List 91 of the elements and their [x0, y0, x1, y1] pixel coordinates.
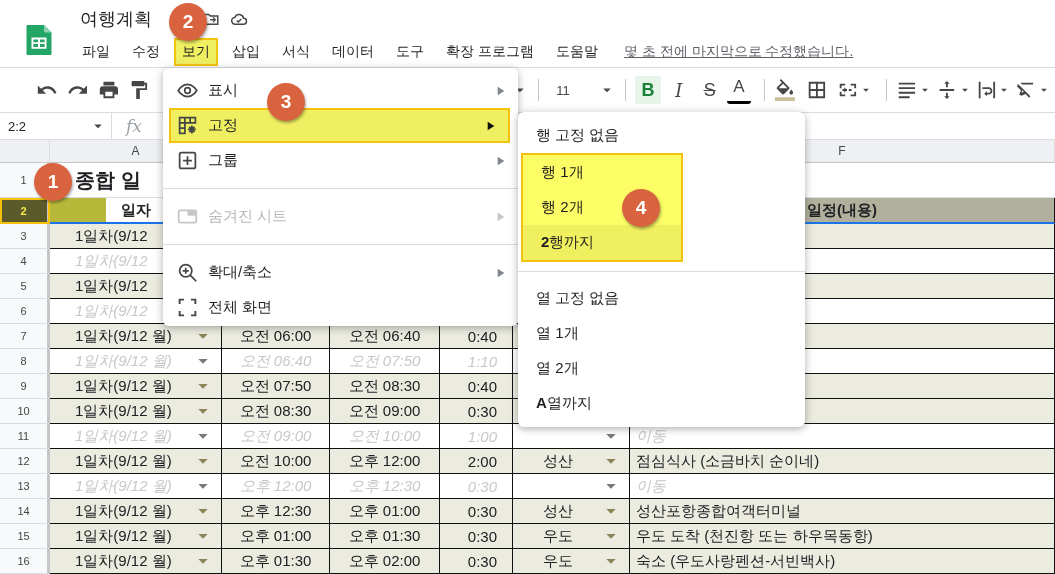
submenu-arrow-icon: [496, 267, 506, 278]
table-cell: 0:30: [440, 499, 513, 524]
table-cell: 성산: [513, 499, 630, 524]
row-number[interactable]: 7: [0, 324, 50, 349]
table-cell: 1일차(9/12 월): [50, 549, 222, 574]
bold-button[interactable]: B: [634, 76, 662, 104]
table-cell: 오후 12:30: [222, 499, 330, 524]
menu-item[interactable]: 도움말: [547, 38, 606, 66]
table-cell: 오전 09:00: [330, 399, 440, 424]
table-cell: 점심식사 (소금바치 순이네): [630, 449, 1055, 474]
submenu-arrow-icon: [496, 155, 506, 166]
menu-item[interactable]: 서식: [274, 38, 318, 66]
print-icon[interactable]: [97, 79, 120, 101]
menu-item[interactable]: 2행까지: [523, 225, 681, 260]
table-cell: 우도: [513, 549, 630, 574]
row-number[interactable]: 11: [0, 424, 50, 449]
menu-item[interactable]: 고정: [169, 108, 510, 143]
row-number[interactable]: 16: [0, 549, 50, 574]
fill-color-icon[interactable]: [773, 79, 796, 101]
table-cell: 오후 02:00: [330, 549, 440, 574]
row-number[interactable]: 14: [0, 499, 50, 524]
table-cell: 오후 12:00: [330, 449, 440, 474]
text-color-button[interactable]: A: [727, 76, 751, 104]
row-number[interactable]: 6: [0, 299, 50, 324]
table-cell: 0:40: [440, 324, 513, 349]
table-cell: 우도: [513, 524, 630, 549]
table-cell: 성산포항종합여객터미널: [630, 499, 1055, 524]
menu-item[interactable]: 데이터: [324, 38, 382, 66]
last-edit-link[interactable]: 몇 초 전에 마지막으로 수정했습니다.: [623, 43, 854, 61]
table-cell: 오전 08:30: [330, 374, 440, 399]
table-cell: 1일차(9/12 월): [50, 324, 222, 349]
table-cell: 1일차(9/12 월): [50, 374, 222, 399]
table-cell: 2:00: [440, 449, 513, 474]
submenu-arrow-icon: [496, 211, 506, 222]
plus-box-icon: [177, 150, 198, 171]
menu-item[interactable]: 열 1개: [536, 324, 579, 343]
table-cell: 0:40: [440, 374, 513, 399]
zoom-in-icon: [177, 262, 198, 283]
table-cell: 오전 06:00: [222, 324, 330, 349]
menu-item[interactable]: 확장 프로그램: [438, 38, 542, 66]
table-cell: 오전 10:00: [222, 449, 330, 474]
table-cell: 0:30: [440, 524, 513, 549]
table-cell: 1일차(9/12 월): [50, 449, 222, 474]
table-cell: 오후 01:30: [330, 524, 440, 549]
row-number[interactable]: 12: [0, 449, 50, 474]
menu-item[interactable]: 삽입: [224, 38, 268, 66]
table-cell: 오전 08:30: [222, 399, 330, 424]
document-title[interactable]: 여행계획: [80, 7, 152, 31]
table-cell: 1일차(9/12 월): [50, 524, 222, 549]
row-number[interactable]: 8: [0, 349, 50, 374]
table-cell: 성산: [513, 449, 630, 474]
row-number[interactable]: 10: [0, 399, 50, 424]
table-cell: 숙소 (우도사랑펜션-서빈백사): [630, 549, 1055, 574]
fullscreen-icon: [177, 297, 198, 318]
menu-item[interactable]: 표시: [208, 81, 238, 100]
menu-item[interactable]: 보기: [174, 38, 218, 66]
row-number[interactable]: 15: [0, 524, 50, 549]
strikethrough-button[interactable]: S: [696, 76, 724, 104]
menu-item[interactable]: 행 1개: [541, 163, 584, 182]
row-number[interactable]: 9: [0, 374, 50, 399]
menu-item[interactable]: 행 2개: [541, 198, 584, 217]
table-cell: 0:30: [440, 399, 513, 424]
menu-item[interactable]: A열까지: [536, 394, 592, 413]
menu-item[interactable]: 열 고정 없음: [536, 289, 620, 308]
row-number[interactable]: 13: [0, 474, 50, 499]
table-cell: 1일차(9/12 월): [50, 399, 222, 424]
italic-button[interactable]: I: [665, 76, 693, 104]
cell-reference-field[interactable]: 2:2: [8, 118, 27, 134]
table-cell: 우도 도착 (천진항 또는 하우목동항): [630, 524, 1055, 549]
menu-item[interactable]: 수정: [124, 38, 168, 66]
table-cell: 오후 01:30: [222, 549, 330, 574]
submenu-arrow-icon: [496, 85, 506, 96]
table-cell: 오후 01:00: [222, 524, 330, 549]
row-number[interactable]: 5: [0, 274, 50, 299]
menu-item[interactable]: 열 2개: [536, 359, 579, 378]
table-cell: 0:30: [440, 549, 513, 574]
table-cell: 오전 07:50: [222, 374, 330, 399]
table-cell: 1일차(9/12 월): [50, 499, 222, 524]
row-number[interactable]: 2: [0, 198, 50, 224]
row-number[interactable]: 4: [0, 249, 50, 274]
table-cell: 오전 06:40: [330, 324, 440, 349]
step-badge: 2: [169, 3, 207, 41]
formula-label: fx: [126, 116, 142, 136]
menu-item[interactable]: 파일: [74, 38, 118, 66]
menu-item[interactable]: 행 고정 없음: [536, 126, 620, 145]
table-cell: 오후 01:00: [330, 499, 440, 524]
freeze-grid-icon: [177, 115, 198, 136]
menu-item[interactable]: 도구: [388, 38, 432, 66]
font-size-field[interactable]: 11: [556, 82, 570, 98]
row-number[interactable]: 3: [0, 224, 50, 249]
submenu-arrow-icon: [486, 120, 496, 131]
